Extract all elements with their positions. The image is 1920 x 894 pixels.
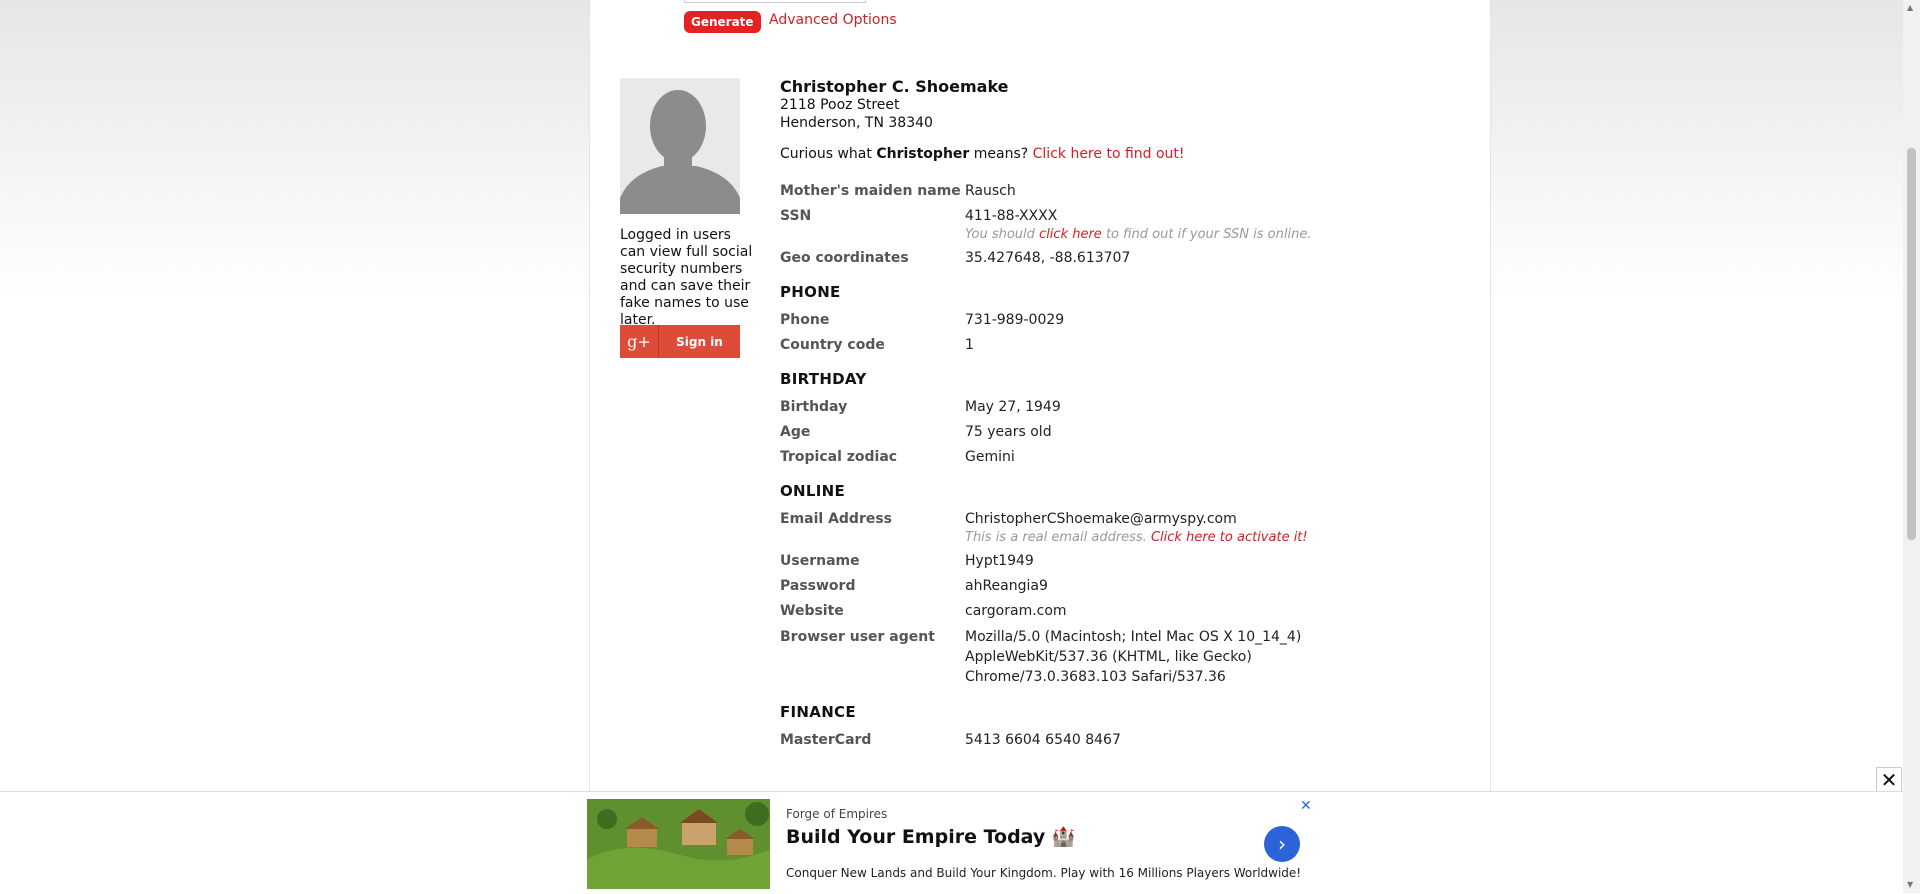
email-value: ChristopherCShoemake@armyspy.com — [965, 511, 1237, 527]
ad-description[interactable]: Conquer New Lands and Build Your Kingdom… — [786, 866, 1301, 880]
phone-heading: PHONE — [780, 283, 841, 301]
mastercard-row: MasterCard 5413 6604 6540 8467 — [780, 732, 1121, 748]
scroll-up-icon[interactable]: ▲ — [1907, 3, 1913, 12]
login-note: Logged in users can view full social sec… — [620, 227, 753, 328]
name-meaning-line: Curious what Christopher means? Click he… — [780, 146, 1185, 162]
main-page: Generate Advanced Options Logged in user… — [589, 0, 1491, 893]
ad-image[interactable] — [587, 799, 770, 889]
geo-link[interactable]: 35.427648, -88.613707 — [965, 249, 1340, 267]
birthday-row: Birthday May 27, 1949 — [780, 399, 1061, 415]
chevron-right-icon[interactable]: › — [1264, 826, 1300, 862]
google-signin-button[interactable]: g+ Sign in — [620, 325, 740, 358]
email-note: This is a real email address. Click here… — [965, 530, 1308, 545]
phone-row: Phone 731-989-0029 — [780, 312, 1065, 328]
signin-label: Sign in — [676, 334, 723, 349]
ssn-value: 411-88-XXXX — [965, 208, 1058, 224]
close-ad-icon[interactable]: ✕ — [1876, 767, 1902, 793]
ssn-check-link[interactable]: click here — [1039, 227, 1102, 242]
maiden-value: Rausch — [965, 183, 1016, 199]
birthday-heading: BIRTHDAY — [780, 370, 867, 388]
ssn-row: SSN 411-88-XXXX You should click here to… — [780, 208, 1312, 242]
scroll-down-icon[interactable]: ▼ — [1907, 880, 1913, 889]
age-row: Age 75 years old — [780, 424, 1052, 440]
advanced-options-link[interactable]: Advanced Options — [769, 12, 897, 28]
city-line: Henderson, TN 38340 — [780, 115, 933, 131]
ssn-note: You should click here to find out if you… — [965, 227, 1312, 242]
user-agent-row: Browser user agent Mozilla/5.0 (Macintos… — [780, 629, 1302, 685]
identity-details: Christopher C. Shoemake 2118 Pooz Street… — [780, 78, 1340, 749]
ad-banner[interactable]: Forge of Empires Build Your Empire Today… — [0, 791, 1920, 894]
maiden-row: Mother's maiden name Rausch — [780, 182, 1340, 200]
country-code-row: Country code 1 — [780, 337, 974, 353]
email-row: Email Address ChristopherCShoemake@armys… — [780, 511, 1308, 545]
name-input-box[interactable] — [684, 0, 866, 3]
activate-email-link[interactable]: Click here to activate it! — [1151, 530, 1308, 545]
street-address: 2118 Pooz Street — [780, 97, 900, 113]
name-meaning-link[interactable]: Click here to find out! — [1033, 146, 1185, 162]
full-name: Christopher C. Shoemake — [780, 77, 1009, 96]
username-row: Username Hypt1949 — [780, 553, 1034, 569]
first-name: Christopher — [876, 146, 970, 162]
scroll-thumb[interactable] — [1907, 148, 1916, 540]
website-row: Website cargoram.com — [780, 603, 1067, 619]
geo-row: Geo coordinates 35.427648, -88.613707 — [780, 249, 1340, 267]
ad-close-icon[interactable]: ✕ — [1300, 798, 1312, 814]
password-row: Password ahReangia9 — [780, 578, 1048, 594]
page-scrollbar[interactable]: ▲ ▼ — [1903, 0, 1920, 893]
avatar — [620, 78, 740, 214]
online-heading: ONLINE — [780, 482, 846, 500]
generate-button[interactable]: Generate — [684, 11, 761, 33]
google-plus-icon: g+ — [620, 325, 659, 358]
ad-brand[interactable]: Forge of Empires — [786, 807, 887, 821]
zodiac-row: Tropical zodiac Gemini — [780, 449, 1015, 465]
finance-heading: FINANCE — [780, 703, 856, 721]
ad-title[interactable]: Build Your Empire Today 🏰 — [786, 825, 1076, 848]
